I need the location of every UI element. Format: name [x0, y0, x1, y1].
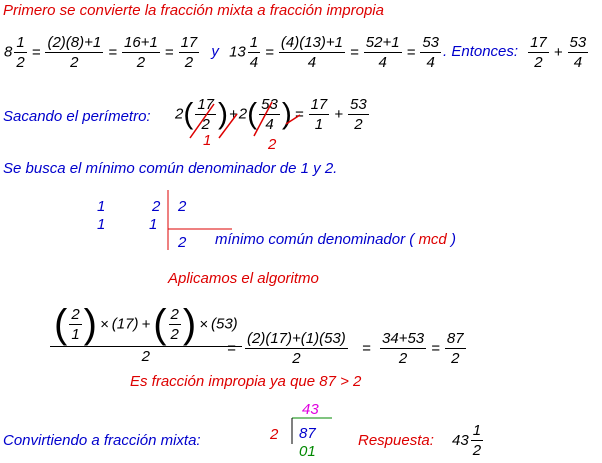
cancel-slash-1 — [189, 103, 215, 139]
cancel-slash-3 — [253, 101, 273, 137]
cancel-slash-4 — [285, 114, 301, 125]
drawing-layer — [167, 101, 332, 444]
cancel-slash-2 — [218, 113, 238, 139]
